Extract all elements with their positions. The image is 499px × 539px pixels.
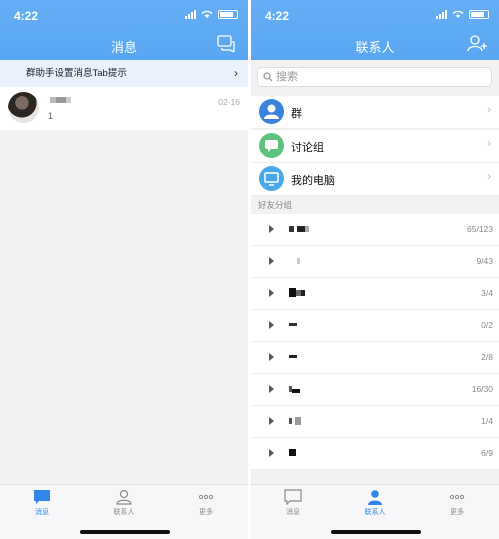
group-name-redacted (289, 223, 309, 233)
chevron-right-icon: › (234, 66, 238, 80)
messages-header: 4:22 消息 (0, 0, 248, 60)
group-count: 1/4 (481, 416, 493, 426)
expand-arrow-icon (269, 289, 274, 297)
banner-text: 群助手设置消息Tab提示 (26, 68, 127, 79)
tab-label: 更多 (450, 509, 464, 516)
wifi-icon (201, 10, 213, 18)
expand-arrow-icon (269, 449, 274, 457)
tab-contacts[interactable]: 联系人 (94, 489, 154, 517)
group-name-redacted (289, 319, 297, 329)
friend-group-row[interactable]: 6/9 (251, 438, 499, 470)
chat-preview: 1 (48, 111, 54, 121)
group-icon (259, 99, 284, 124)
friend-group-row[interactable]: 2/8 (251, 342, 499, 374)
chat-list-item[interactable]: 1 02-16 (0, 87, 248, 130)
page-title: 消息 (110, 40, 137, 55)
group-count: 6/9 (481, 448, 493, 458)
home-indicator (331, 530, 421, 534)
wifi-icon (452, 10, 464, 18)
tab-label: 更多 (199, 509, 213, 516)
contacts-icon (368, 490, 382, 505)
tab-bar: 消息 联系人 更多 (251, 484, 499, 539)
expand-arrow-icon (269, 353, 274, 361)
group-count: 3/4 (481, 288, 493, 298)
friend-group-row[interactable]: 65/123 (251, 214, 499, 246)
tab-label: 联系人 (113, 509, 135, 516)
new-chat-icon[interactable] (216, 34, 236, 52)
chat-time: 02-16 (218, 97, 240, 107)
tab-contacts[interactable]: 联系人 (345, 489, 405, 517)
group-count: 65/123 (467, 224, 493, 234)
messages-screen: 4:22 消息 群助手设置消息Tab提示 › 1 02-16 消息 联系人 更多 (0, 0, 248, 539)
add-friend-icon[interactable] (467, 34, 487, 52)
message-icon (34, 490, 50, 504)
chat-name-redacted (50, 95, 71, 106)
contacts-header: 4:22 联系人 (251, 0, 499, 60)
message-icon (284, 489, 302, 505)
group-count: 9/43 (476, 256, 493, 266)
contacts-screen: 4:22 联系人 搜索 群 › 讨论组 › 我的电脑 › 好友分组 65/123… (251, 0, 499, 539)
more-icon (449, 494, 465, 500)
contacts-icon (116, 489, 132, 505)
category-groups[interactable]: 群 › (251, 96, 499, 129)
search-icon (263, 72, 273, 82)
search-bar: 搜索 (251, 60, 499, 94)
group-count: 0/2 (481, 320, 493, 330)
tab-label: 消息 (286, 509, 300, 516)
friend-group-row[interactable]: 9/43 (251, 246, 499, 278)
category-label: 讨论组 (291, 142, 324, 154)
status-icons (185, 10, 238, 19)
group-count: 2/8 (481, 352, 493, 362)
expand-arrow-icon (269, 321, 274, 329)
group-name-redacted (289, 447, 296, 457)
search-placeholder: 搜索 (276, 71, 298, 83)
status-time: 4:22 (14, 9, 39, 23)
friend-group-row[interactable]: 3/4 (251, 278, 499, 310)
category-label: 我的电脑 (291, 175, 335, 187)
group-name-redacted (289, 255, 300, 265)
battery-icon (218, 10, 238, 19)
expand-arrow-icon (269, 417, 274, 425)
tab-more[interactable]: 更多 (176, 489, 236, 517)
expand-arrow-icon (269, 225, 274, 233)
signal-icon (185, 10, 196, 19)
chevron-right-icon: › (487, 104, 491, 116)
group-assistant-banner[interactable]: 群助手设置消息Tab提示 › (0, 60, 248, 87)
tab-messages[interactable]: 消息 (12, 489, 72, 517)
group-name-redacted (289, 351, 297, 361)
tab-label: 消息 (35, 509, 49, 516)
avatar (8, 92, 39, 123)
friend-group-row[interactable]: 0/2 (251, 310, 499, 342)
expand-arrow-icon (269, 257, 274, 265)
group-name-redacted (289, 287, 305, 298)
signal-icon (436, 10, 447, 19)
group-name-redacted (289, 415, 301, 425)
more-icon (198, 494, 214, 500)
tab-bar: 消息 联系人 更多 (0, 484, 248, 539)
discussion-icon (259, 133, 284, 158)
chevron-right-icon: › (487, 138, 491, 150)
tab-messages[interactable]: 消息 (263, 489, 323, 517)
status-icons (436, 10, 489, 19)
chevron-right-icon: › (487, 171, 491, 183)
friend-group-row[interactable]: 16/30 (251, 374, 499, 406)
friend-group-row[interactable]: 1/4 (251, 406, 499, 438)
status-time: 4:22 (265, 9, 290, 23)
category-label: 群 (291, 108, 302, 120)
category-discussion[interactable]: 讨论组 › (251, 130, 499, 163)
category-my-computer[interactable]: 我的电脑 › (251, 163, 499, 196)
computer-icon (259, 166, 284, 191)
home-indicator (80, 530, 170, 534)
group-count: 16/30 (471, 384, 493, 394)
battery-icon (469, 10, 489, 19)
search-input[interactable]: 搜索 (257, 67, 492, 87)
friend-groups-header: 好友分组 (251, 196, 499, 214)
expand-arrow-icon (269, 385, 274, 393)
tab-label: 联系人 (364, 509, 386, 516)
tab-more[interactable]: 更多 (427, 489, 487, 517)
group-name-redacted (289, 383, 300, 394)
page-title: 联系人 (355, 40, 395, 55)
